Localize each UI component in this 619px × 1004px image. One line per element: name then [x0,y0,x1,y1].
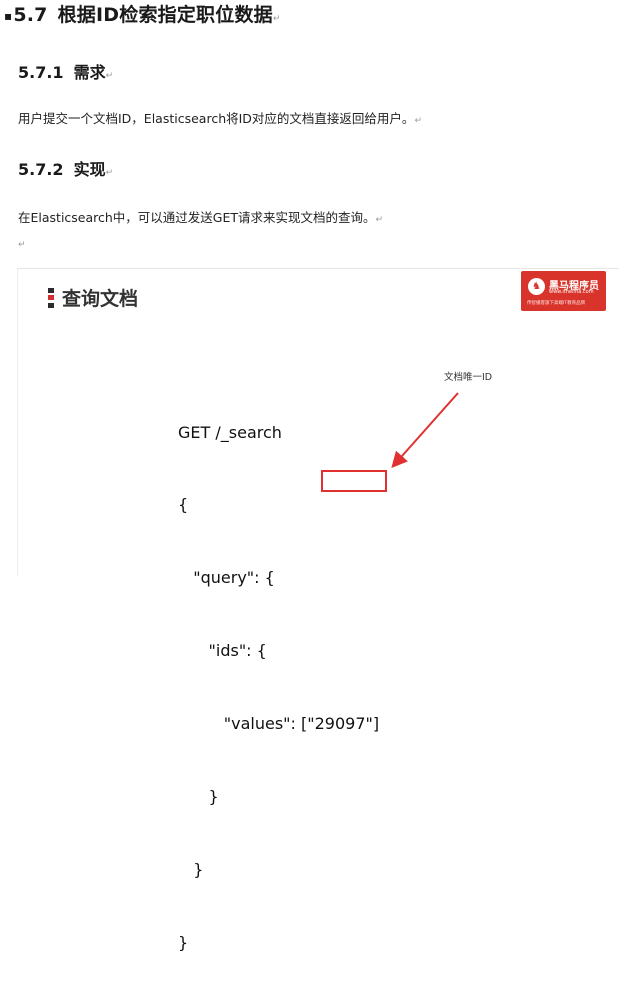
section-heading: ▪5.7 根据ID检索指定职位数据↵ [4,0,281,27]
implementation-paragraph: 在Elasticsearch中，可以通过发送GET请求来实现文档的查询。↵ [18,207,383,226]
requirement-text: 用户提交一个文档ID，Elasticsearch将ID对应的文档直接返回给用户。 [18,111,415,126]
bullet-icon: ▪ [4,8,13,23]
paragraph-mark-icon: ↵ [272,14,281,24]
subsection-title: 需求 [73,63,106,82]
code-line: } [178,787,219,807]
subsection-number: 5.7.2 [18,160,64,179]
section-number: 5.7 [13,4,48,26]
code-line: "values": ["29097"] [178,714,380,734]
paragraph-mark-icon: ↵ [105,168,114,178]
paragraph-mark-icon: ↵ [105,71,114,81]
subsection-heading-implementation: 5.7.2 实现↵ [18,156,113,180]
annotation-arrow-icon [391,392,459,468]
code-line: "ids": { [178,641,267,661]
subsection-number: 5.7.1 [18,63,64,82]
requirement-paragraph: 用户提交一个文档ID，Elasticsearch将ID对应的文档直接返回给用户。… [18,108,422,127]
paragraph-mark-icon: ↵ [18,240,26,250]
section-title: 根据ID检索指定职位数据 [57,4,273,26]
paragraph-mark-icon: ↵ [414,116,422,126]
subsection-heading-requirement: 5.7.1 需求↵ [18,59,113,83]
code-line: } [178,859,204,879]
implementation-text: 在Elasticsearch中，可以通过发送GET请求来实现文档的查询。 [18,210,376,225]
slide-image: 查询文档 ♞ 黑马程序员 www.itheima.com 传智播客旗下高端IT教… [17,268,619,952]
subsection-title: 实现 [73,160,106,179]
code-line: } [178,932,189,952]
paragraph-mark-icon: ↵ [375,215,384,225]
